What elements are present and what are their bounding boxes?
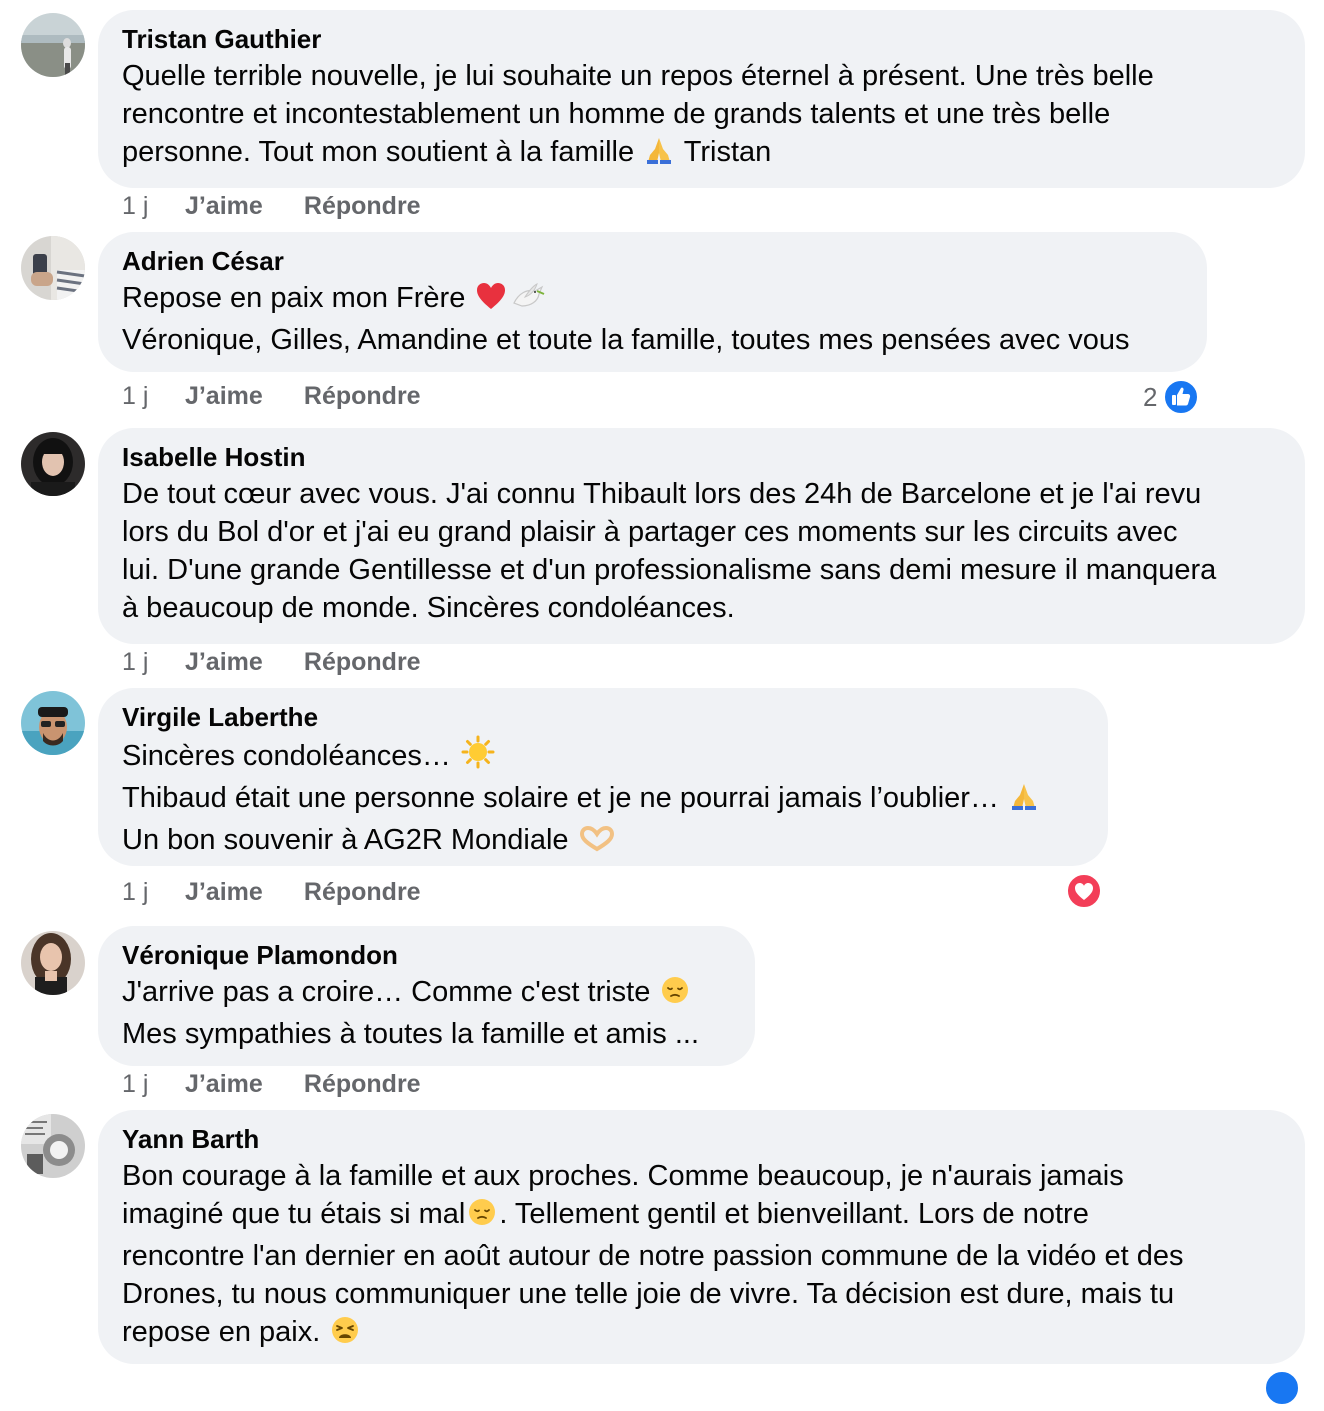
comment-text-line: Véronique, Gilles, Amandine et toute la … (122, 324, 1130, 356)
praying-hands-icon (1009, 781, 1039, 821)
pensive-face-icon (467, 1197, 497, 1237)
comment-text-line: lui. D'une grande Gentillesse et d'un pr… (122, 554, 1217, 586)
reply-button[interactable]: Répondre (304, 1069, 421, 1099)
comment-bubble: Isabelle Hostin De tout cœur avec vous. … (98, 428, 1305, 644)
comment-text-line: Quelle terrible nouvelle, je lui souhait… (122, 60, 1154, 92)
comment-text-line: Repose en paix mon Frère (122, 279, 1183, 321)
like-button[interactable]: J’aime (185, 647, 297, 677)
comment-text-line: personne. Tout mon soutient à la famille… (122, 133, 1281, 175)
comment-actions: 1 j J’aime Répondre (122, 1069, 421, 1099)
like-button[interactable]: J’aime (185, 1069, 297, 1099)
dove-icon (511, 281, 545, 321)
text-segment: J'arrive pas a croire… Comme c'est trist… (122, 976, 659, 1008)
text-segment: Thibaud était une personne solaire et je… (122, 782, 1008, 814)
reply-button[interactable]: Répondre (304, 191, 421, 221)
text-segment: personne. Tout mon soutient à la famille (122, 136, 643, 168)
avatar[interactable] (21, 931, 85, 995)
comment-text-line: rencontre l'an dernier en août autour de… (122, 1240, 1184, 1272)
comment-text-line: Un bon souvenir à AG2R Mondiale (122, 821, 1084, 863)
comment-actions: 1 j J’aime Répondre (122, 647, 421, 677)
comment-author[interactable]: Tristan Gauthier (122, 24, 1281, 54)
comment-author[interactable]: Virgile Laberthe (122, 702, 1084, 732)
weary-face-icon (330, 1315, 360, 1355)
text-segment: Sincères condoléances… (122, 740, 459, 772)
comment-actions: 1 j J’aime Répondre (122, 877, 421, 907)
text-segment: repose en paix. (122, 1316, 329, 1348)
comment-text-line: Sincères condoléances… (122, 735, 1084, 779)
reaction-count[interactable]: 2 (1143, 382, 1157, 412)
comment-text-line: Drones, tu nous communiquer une telle jo… (122, 1278, 1175, 1310)
avatar[interactable] (21, 13, 85, 77)
comment-text-line: repose en paix. (122, 1313, 1281, 1355)
comment-bubble: Adrien César Repose en paix mon Frère Vé… (98, 232, 1207, 372)
comment-bubble: Tristan Gauthier Quelle terrible nouvell… (98, 10, 1305, 188)
comment-author[interactable]: Adrien César (122, 246, 1183, 276)
comment-text-line: Thibaud était une personne solaire et je… (122, 779, 1084, 821)
like-button[interactable]: J’aime (185, 381, 297, 411)
text-segment: Tristan (676, 136, 772, 168)
reply-button[interactable]: Répondre (304, 647, 421, 677)
comment-author[interactable]: Véronique Plamondon (122, 940, 731, 970)
comment-text-line: Mes sympathies à toutes la famille et am… (122, 1018, 699, 1050)
comment-text-line: rencontre et incontestablement un homme … (122, 98, 1111, 130)
comment-text-line: lors du Bol d'or et j'ai eu grand plaisi… (122, 516, 1178, 548)
red-heart-icon (475, 281, 507, 321)
like-button[interactable]: J’aime (185, 877, 297, 907)
text-segment: . Tellement gentil et bienveillant. Lors… (499, 1198, 1089, 1230)
avatar[interactable] (21, 432, 85, 496)
like-button[interactable]: J’aime (185, 191, 297, 221)
reply-button[interactable]: Répondre (304, 381, 421, 411)
comment-timestamp[interactable]: 1 j (122, 191, 178, 221)
praying-hands-icon (644, 135, 674, 175)
comment-actions: 1 j J’aime Répondre (122, 191, 421, 221)
comment-text-line: imaginé que tu étais si mal . Tellement g… (122, 1195, 1281, 1237)
comment-author[interactable]: Isabelle Hostin (122, 442, 1281, 472)
comment-text-line: J'arrive pas a croire… Comme c'est trist… (122, 973, 731, 1015)
comment-timestamp[interactable]: 1 j (122, 1069, 178, 1099)
heart-hands-icon (579, 825, 615, 863)
comment-timestamp[interactable]: 1 j (122, 877, 178, 907)
comment-text-line: Bon courage à la famille et aux proches.… (122, 1160, 1124, 1192)
text-segment: imaginé que tu étais si mal (122, 1198, 466, 1230)
comment-text-line: à beaucoup de monde. Sincères condoléanc… (122, 592, 735, 624)
avatar[interactable] (21, 236, 85, 300)
like-reaction-icon[interactable] (1264, 1370, 1300, 1406)
comment-text-line: De tout cœur avec vous. J'ai connu Thiba… (122, 478, 1202, 510)
comment-bubble: Yann Barth Bon courage à la famille et a… (98, 1110, 1305, 1364)
text-segment: Repose en paix mon Frère (122, 282, 474, 314)
pensive-face-icon (660, 975, 690, 1015)
comment-author[interactable]: Yann Barth (122, 1124, 1281, 1154)
comment-timestamp[interactable]: 1 j (122, 381, 178, 411)
comment-actions: 1 j J’aime Répondre (122, 381, 421, 411)
comment-bubble: Véronique Plamondon J'arrive pas a croir… (98, 926, 755, 1066)
comment-timestamp[interactable]: 1 j (122, 647, 178, 677)
comment-bubble: Virgile Laberthe Sincères condoléances… … (98, 688, 1108, 866)
text-segment: Un bon souvenir à AG2R Mondiale (122, 824, 577, 856)
avatar[interactable] (21, 691, 85, 755)
reply-button[interactable]: Répondre (304, 877, 421, 907)
like-reaction-icon[interactable] (1163, 379, 1199, 415)
sun-icon (461, 735, 495, 779)
avatar[interactable] (21, 1114, 85, 1178)
love-reaction-icon[interactable] (1066, 873, 1102, 909)
